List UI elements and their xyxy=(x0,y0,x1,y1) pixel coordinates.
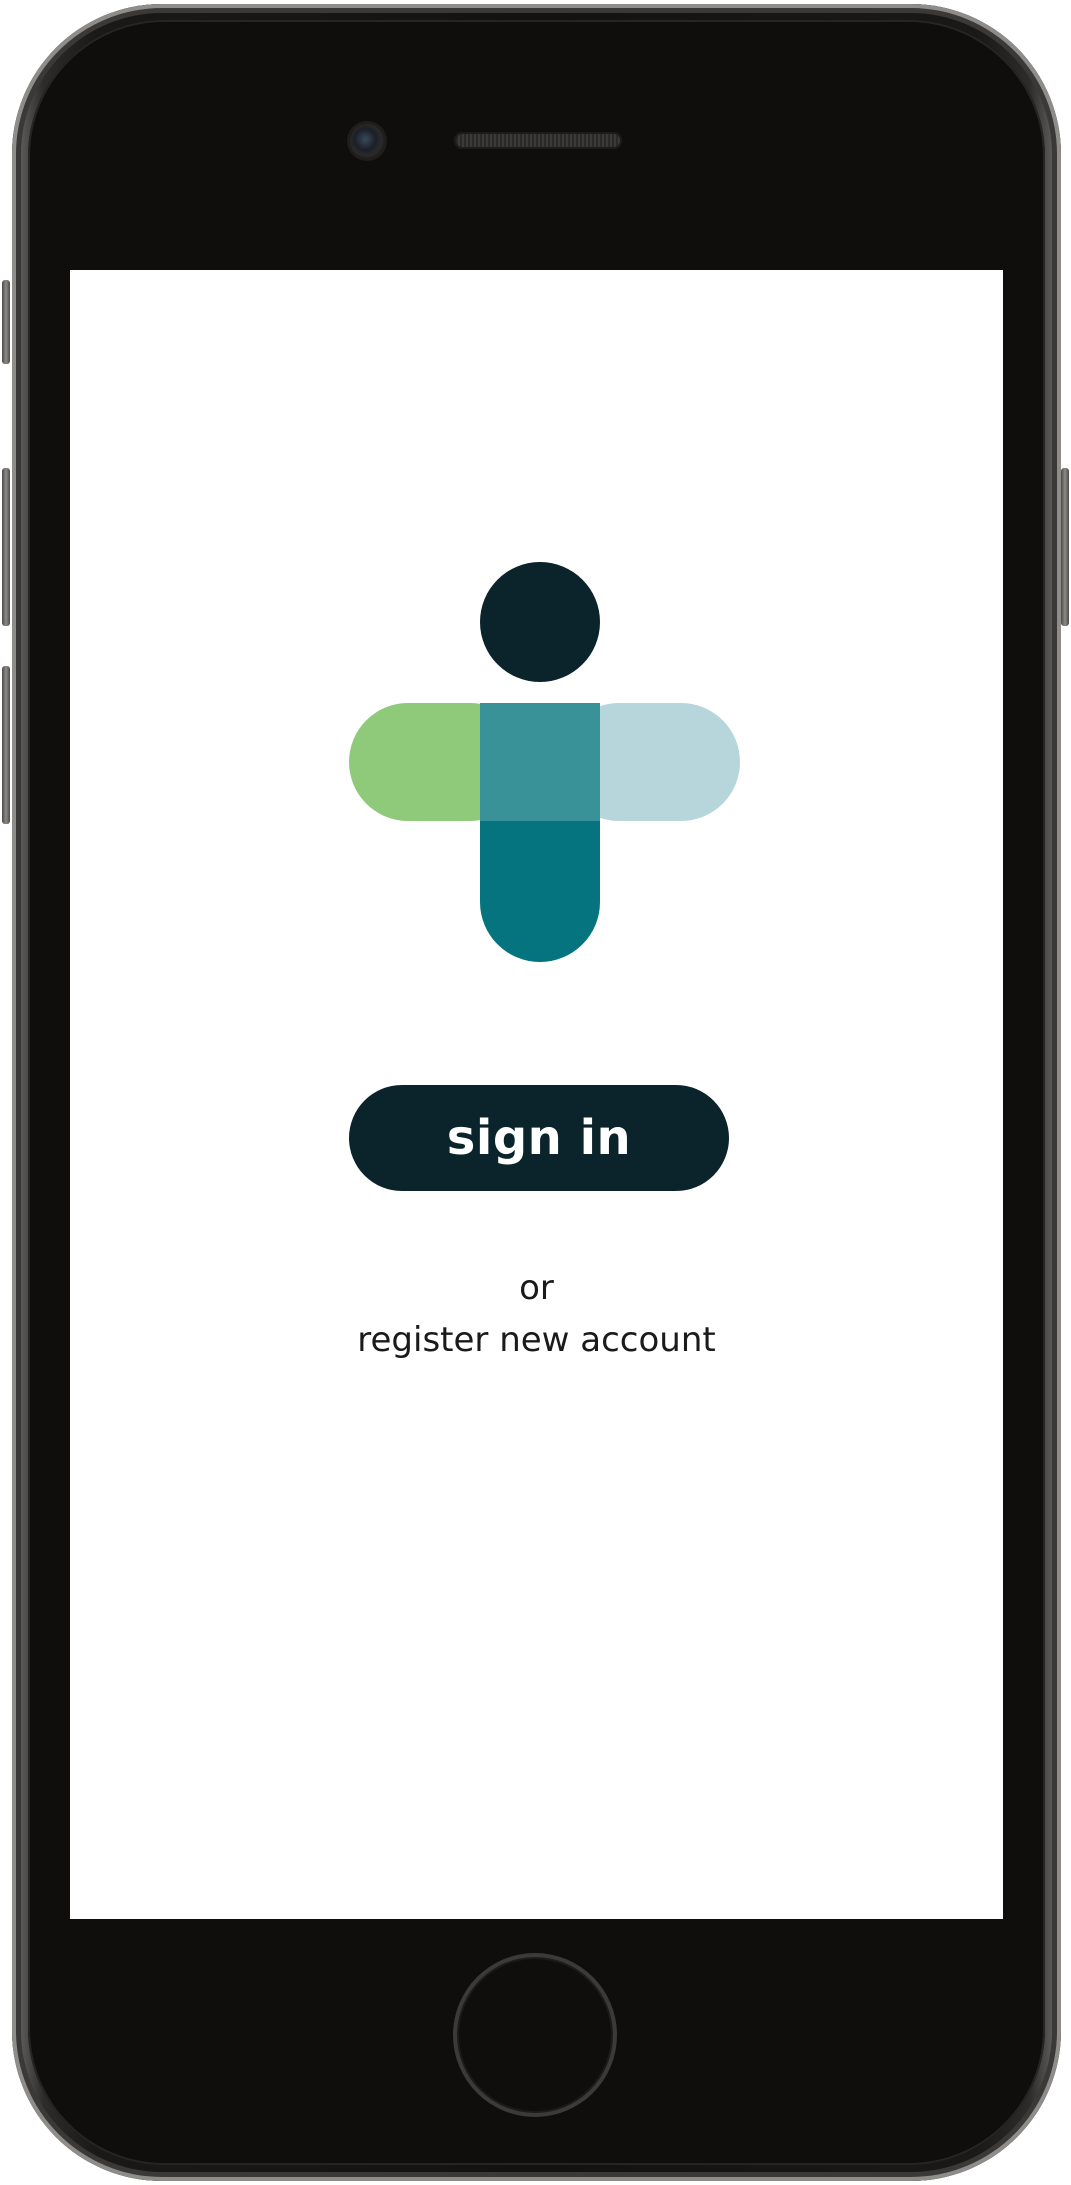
home-button[interactable] xyxy=(453,1953,617,2117)
volume-down-button xyxy=(2,666,10,824)
front-camera xyxy=(350,124,384,158)
earpiece-speaker xyxy=(454,132,622,149)
volume-up-button xyxy=(2,468,10,626)
logo-head-shape xyxy=(480,562,600,682)
power-button xyxy=(1061,468,1069,626)
sign-in-button[interactable]: sign in xyxy=(349,1085,729,1191)
app-logo xyxy=(349,562,740,962)
or-separator-text: or xyxy=(519,1268,554,1308)
register-new-account-link[interactable]: register new account xyxy=(70,1320,1003,1360)
mute-switch xyxy=(2,280,10,364)
app-screen: sign in or register new account xyxy=(70,270,1003,1919)
logo-center-overlap-shape xyxy=(480,703,600,821)
